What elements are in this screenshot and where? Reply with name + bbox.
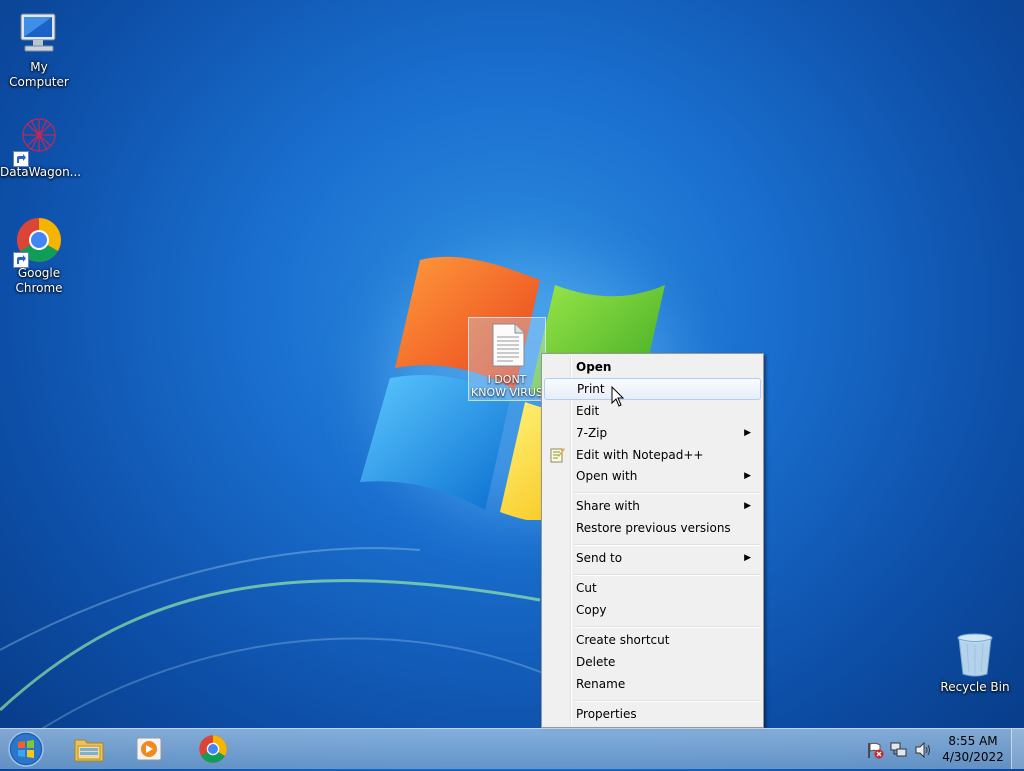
menu-item-label: Share with xyxy=(576,499,640,513)
desktop-icon-recycle-bin[interactable]: Recycle Bin xyxy=(936,630,1014,695)
desktop-icon-label: Recycle Bin xyxy=(940,680,1010,694)
media-player-icon xyxy=(136,737,162,761)
menu-separator xyxy=(574,544,760,546)
menu-item-edit-with-notepad[interactable]: Edit with Notepad++ xyxy=(544,444,761,466)
menu-item-open-with[interactable]: Open with ▶ xyxy=(544,465,761,487)
mouse-cursor-icon xyxy=(611,386,625,407)
clock-time: 8:55 AM xyxy=(948,734,998,748)
taskbar-media-player-button[interactable] xyxy=(122,731,176,767)
menu-item-delete[interactable]: Delete xyxy=(544,651,761,673)
menu-item-cut[interactable]: Cut xyxy=(544,577,761,599)
menu-item-print[interactable]: Print xyxy=(544,378,761,400)
menu-item-label: Print xyxy=(577,382,605,396)
network-icon[interactable] xyxy=(890,741,908,759)
menu-item-label: Properties xyxy=(576,707,637,721)
google-chrome-icon xyxy=(199,735,227,763)
menu-separator xyxy=(574,492,760,494)
computer-icon xyxy=(15,10,63,58)
submenu-arrow-icon: ▶ xyxy=(744,553,751,563)
menu-item-open[interactable]: Open xyxy=(544,356,761,378)
context-menu: Open Print Edit 7-Zip ▶ Edit with Notepad… xyxy=(541,353,764,728)
taskbar-explorer-button[interactable] xyxy=(62,731,116,767)
recycle-bin-icon xyxy=(951,630,999,678)
menu-item-label: Open with xyxy=(576,469,638,483)
submenu-arrow-icon: ▶ xyxy=(744,471,751,481)
file-label: I DONT KNOW VIRUS xyxy=(471,373,543,399)
start-button[interactable] xyxy=(6,730,46,768)
menu-item-label: Rename xyxy=(576,677,626,691)
menu-item-label: Delete xyxy=(576,655,616,669)
menu-item-label: Edit xyxy=(576,404,600,418)
action-center-flag-icon[interactable] xyxy=(866,741,884,759)
datawagon-icon xyxy=(13,115,63,167)
menu-item-share-with[interactable]: Share with ▶ xyxy=(544,495,761,517)
submenu-arrow-icon: ▶ xyxy=(744,428,751,438)
desktop-icon-label: Google Chrome xyxy=(15,266,63,295)
menu-item-restore-previous-versions[interactable]: Restore previous versions xyxy=(544,517,761,539)
menu-item-edit[interactable]: Edit xyxy=(544,400,761,422)
menu-item-label: Restore previous versions xyxy=(576,521,731,535)
menu-item-label: Copy xyxy=(576,603,607,617)
taskbar: 8:55 AM 4/30/2022 xyxy=(0,728,1024,769)
menu-item-label: Create shortcut xyxy=(576,633,670,647)
taskbar-chrome-button[interactable] xyxy=(186,731,240,767)
google-chrome-icon xyxy=(13,216,63,268)
taskbar-clock[interactable]: 8:55 AM 4/30/2022 xyxy=(935,733,1011,765)
menu-item-copy[interactable]: Copy xyxy=(544,599,761,621)
windows-start-orb-icon xyxy=(8,731,44,767)
desktop-file-selected[interactable]: I DONT KNOW VIRUS xyxy=(468,317,546,401)
menu-item-label: Send to xyxy=(576,551,623,565)
show-desktop-button[interactable] xyxy=(1011,729,1024,769)
menu-item-label: Open xyxy=(576,360,612,374)
notepad-plus-plus-icon xyxy=(550,448,565,463)
menu-item-create-shortcut[interactable]: Create shortcut xyxy=(544,629,761,651)
menu-separator xyxy=(574,626,760,628)
menu-item-7zip[interactable]: 7-Zip ▶ xyxy=(544,422,761,444)
menu-separator xyxy=(574,700,760,702)
volume-icon[interactable] xyxy=(914,741,932,759)
menu-separator xyxy=(574,574,760,576)
desktop-icon-my-computer[interactable]: My Computer xyxy=(0,10,78,90)
windows-explorer-icon xyxy=(74,739,104,762)
menu-item-label: Cut xyxy=(576,581,597,595)
desktop-icon-datawagon[interactable]: DataWagon... xyxy=(0,115,82,180)
desktop-icon-google-chrome[interactable]: Google Chrome xyxy=(0,216,78,296)
menu-item-properties[interactable]: Properties xyxy=(544,703,761,725)
menu-item-rename[interactable]: Rename xyxy=(544,673,761,695)
shortcut-arrow-icon xyxy=(13,252,29,268)
menu-item-label: Edit with Notepad++ xyxy=(576,448,704,462)
menu-item-label: 7-Zip xyxy=(576,426,608,440)
clock-date: 4/30/2022 xyxy=(942,750,1004,764)
desktop-icon-label: DataWagon... xyxy=(0,165,82,179)
submenu-arrow-icon: ▶ xyxy=(744,501,751,511)
menu-item-send-to[interactable]: Send to ▶ xyxy=(544,547,761,569)
desktop-icon-label: My Computer xyxy=(9,60,69,89)
shortcut-arrow-icon xyxy=(13,151,29,167)
text-file-icon xyxy=(492,323,525,367)
